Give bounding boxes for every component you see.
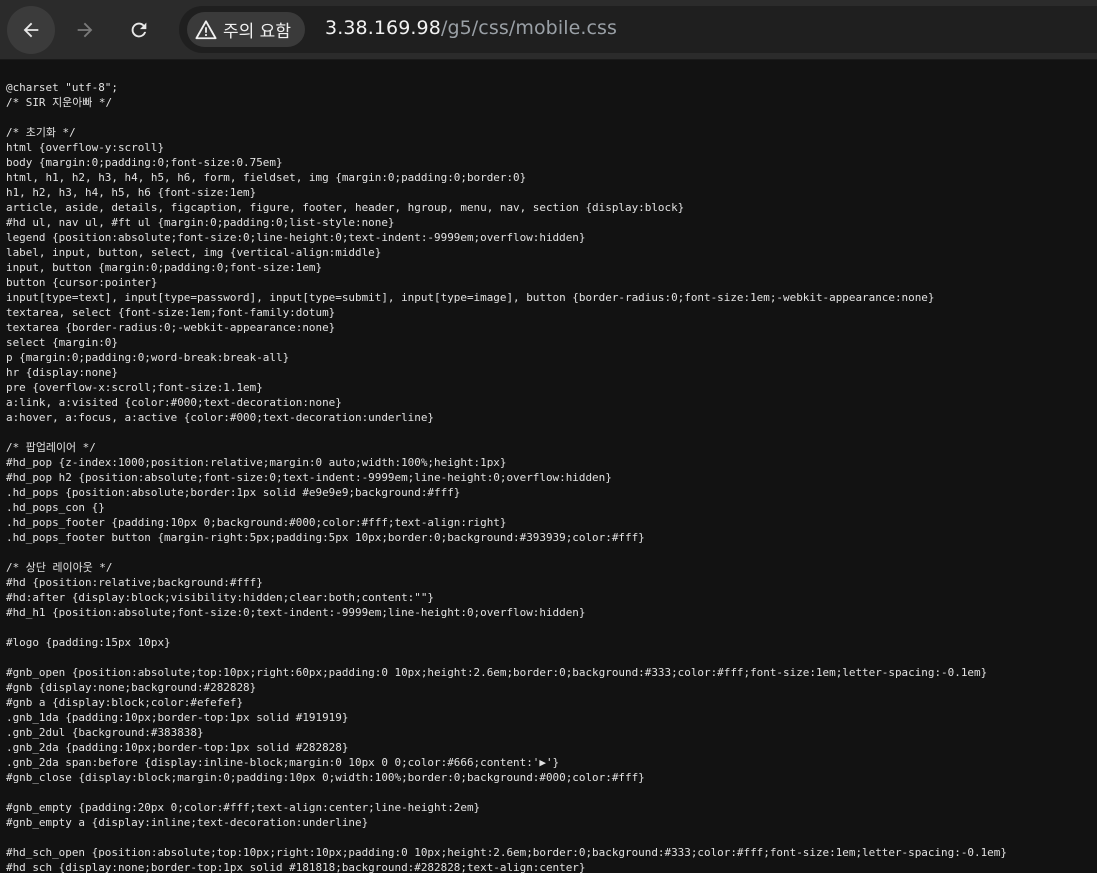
source-line: select {margin:0}: [6, 336, 118, 349]
source-line: a:link, a:visited {color:#000;text-decor…: [6, 396, 342, 409]
address-bar[interactable]: 주의 요함 3.38.169.98/g5/css/mobile.css: [179, 6, 1097, 53]
source-line: #gnb {display:none;background:#282828}: [6, 681, 257, 694]
source-line: input[type=text], input[type=password], …: [6, 291, 935, 304]
source-line: #hd:after {display:block;visibility:hidd…: [6, 591, 435, 604]
source-line: .gnb_2da {padding:10px;border-top:1px so…: [6, 741, 349, 754]
css-source-text: @charset "utf-8"; /* SIR 지운아빠 */ /* 초기화 …: [6, 80, 1094, 873]
source-line: button {cursor:pointer}: [6, 276, 158, 289]
source-line: html {overflow-y:scroll}: [6, 141, 165, 154]
source-line: #logo {padding:15px 10px}: [6, 636, 171, 649]
url-host: 3.38.169.98: [325, 17, 441, 39]
source-line: textarea, select {font-size:1em;font-fam…: [6, 306, 336, 319]
source-line: hr {display:none}: [6, 366, 118, 379]
security-indicator[interactable]: 주의 요함: [187, 12, 305, 47]
source-line: #gnb a {display:block;color:#efefef}: [6, 696, 244, 709]
source-line: #gnb_open {position:absolute;top:10px;ri…: [6, 666, 988, 679]
url-text[interactable]: 3.38.169.98/g5/css/mobile.css: [325, 17, 617, 39]
source-line: /* 상단 레이아웃 */: [6, 561, 113, 574]
reload-button[interactable]: [115, 6, 163, 54]
warning-triangle-icon: [195, 19, 217, 39]
source-line: label, input, button, select, img {verti…: [6, 246, 382, 259]
source-line: #gnb_empty {padding:20px 0;color:#fff;te…: [6, 801, 481, 814]
source-line: /* SIR 지운아빠 */: [6, 96, 113, 109]
source-line: #hd_h1 {position:absolute;font-size:0;te…: [6, 606, 586, 619]
source-line: h1, h2, h3, h4, h5, h6 {font-size:1em}: [6, 186, 257, 199]
source-line: .gnb_2da span:before {display:inline-blo…: [6, 756, 560, 769]
page-content: @charset "utf-8"; /* SIR 지운아빠 */ /* 초기화 …: [6, 80, 1094, 873]
source-line: input, button {margin:0;padding:0;font-s…: [6, 261, 323, 274]
source-line: .hd_pops_footer {padding:10px 0;backgrou…: [6, 516, 507, 529]
forward-button[interactable]: [61, 6, 109, 54]
source-line: #hd_pop {z-index:1000;position:relative;…: [6, 456, 507, 469]
source-line: #hd_pop h2 {position:absolute;font-size:…: [6, 471, 612, 484]
source-line: body {margin:0;padding:0;font-size:0.75e…: [6, 156, 283, 169]
source-line: article, aside, details, figcaption, fig…: [6, 201, 685, 214]
source-line: textarea {border-radius:0;-webkit-appear…: [6, 321, 336, 334]
url-path: /g5/css/mobile.css: [440, 17, 618, 39]
source-line: legend {position:absolute;font-size:0;li…: [6, 231, 586, 244]
arrow-left-icon: [23, 22, 39, 38]
source-line: #gnb_close {display:block;margin:0;paddi…: [6, 771, 645, 784]
source-line: .hd_pops {position:absolute;border:1px s…: [6, 486, 461, 499]
security-label: 주의 요함: [223, 22, 291, 42]
source-line: .hd_pops_footer button {margin-right:5px…: [6, 531, 645, 544]
source-line: #hd {position:relative;background:#fff}: [6, 576, 263, 589]
browser-toolbar: 주의 요함 3.38.169.98/g5/css/mobile.css: [0, 0, 1097, 60]
source-line: pre {overflow-x:scroll;font-size:1.1em}: [6, 381, 263, 394]
source-line: #gnb_empty a {display:inline;text-decora…: [6, 816, 369, 829]
source-line: .gnb_1da {padding:10px;border-top:1px so…: [6, 711, 349, 724]
source-line: a:hover, a:focus, a:active {color:#000;t…: [6, 411, 435, 424]
arrow-right-icon: [77, 22, 93, 38]
back-button[interactable]: [7, 6, 55, 54]
source-line: /* 팝업레이어 */: [6, 441, 96, 454]
source-line: .gnb_2dul {background:#383838}: [6, 726, 204, 739]
source-line: html, h1, h2, h3, h4, h5, h6, form, fiel…: [6, 171, 527, 184]
source-line: p {margin:0;padding:0;word-break:break-a…: [6, 351, 290, 364]
reload-icon: [131, 22, 147, 38]
source-line: #hd ul, nav ul, #ft ul {margin:0;padding…: [6, 216, 395, 229]
source-line: /* 초기화 */: [6, 126, 76, 139]
source-line: .hd_pops_con {}: [6, 501, 105, 514]
source-line: #hd_sch {display:none;border-top:1px sol…: [6, 861, 586, 873]
source-line: #hd_sch_open {position:absolute;top:10px…: [6, 846, 1007, 859]
source-line: @charset "utf-8";: [6, 81, 118, 94]
